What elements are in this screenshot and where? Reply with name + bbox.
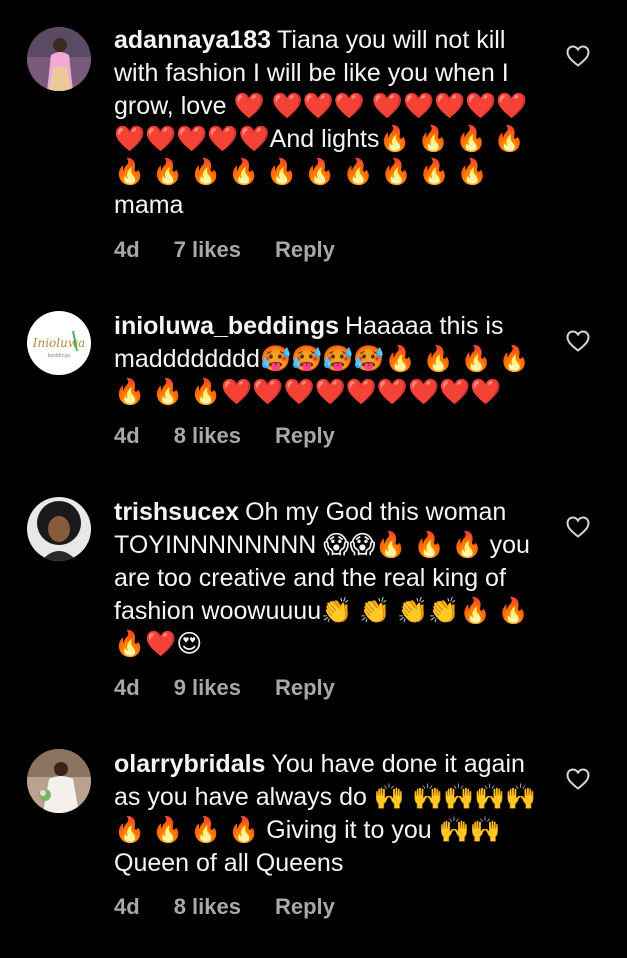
comment-body: adannaya183 Tiana you will not kill with … <box>114 24 546 222</box>
comment-likes[interactable]: 7 likes <box>174 237 241 263</box>
comment-time: 4d <box>114 237 140 262</box>
like-heart-icon[interactable] <box>566 45 590 67</box>
avatar[interactable] <box>27 497 91 561</box>
svg-text:beddings: beddings <box>48 353 71 359</box>
comment-body: inioluwa_beddings Haaaaa this is madddddd… <box>114 310 546 409</box>
comment-likes[interactable]: 8 likes <box>174 894 241 920</box>
comment-meta: 4d 8 likes Reply <box>114 894 335 920</box>
avatar-woman-afro-icon <box>27 497 91 561</box>
reply-button[interactable]: Reply <box>275 675 335 701</box>
reply-button[interactable]: Reply <box>275 237 335 263</box>
avatar[interactable] <box>27 749 91 813</box>
comment-time: 4d <box>114 675 140 700</box>
comment-meta: 4d 9 likes Reply <box>114 675 335 701</box>
reply-button[interactable]: Reply <box>275 423 335 449</box>
comment-time: 4d <box>114 423 140 448</box>
avatar[interactable] <box>27 27 91 91</box>
comment-username[interactable]: inioluwa_beddings <box>114 312 339 340</box>
avatar-woman-pink-outfit-icon <box>27 27 91 91</box>
comment-likes[interactable]: 9 likes <box>174 675 241 701</box>
comment-likes[interactable]: 8 likes <box>174 423 241 449</box>
comment-time: 4d <box>114 894 140 919</box>
like-heart-icon[interactable] <box>566 768 590 790</box>
comment-username[interactable]: trishsucex <box>114 498 239 526</box>
avatar-logo-inioluwa-icon: Inioluwa beddings <box>27 311 91 375</box>
like-heart-icon[interactable] <box>566 330 590 352</box>
reply-button[interactable]: Reply <box>275 894 335 920</box>
comment-text: Tiana you will not kill with fashion I w… <box>114 26 528 219</box>
comment-meta: 4d 7 likes Reply <box>114 237 335 263</box>
comment-username[interactable]: olarrybridals <box>114 750 265 778</box>
comment-body: trishsucex Oh my God this woman TOYINNNNN… <box>114 496 546 661</box>
comment-body: olarrybridals You have done it again as y… <box>114 748 546 880</box>
comment-username[interactable]: adannaya183 <box>114 26 271 54</box>
avatar-bride-icon <box>27 749 91 813</box>
avatar[interactable]: Inioluwa beddings <box>27 311 91 375</box>
like-heart-icon[interactable] <box>566 516 590 538</box>
comment-meta: 4d 8 likes Reply <box>114 423 335 449</box>
